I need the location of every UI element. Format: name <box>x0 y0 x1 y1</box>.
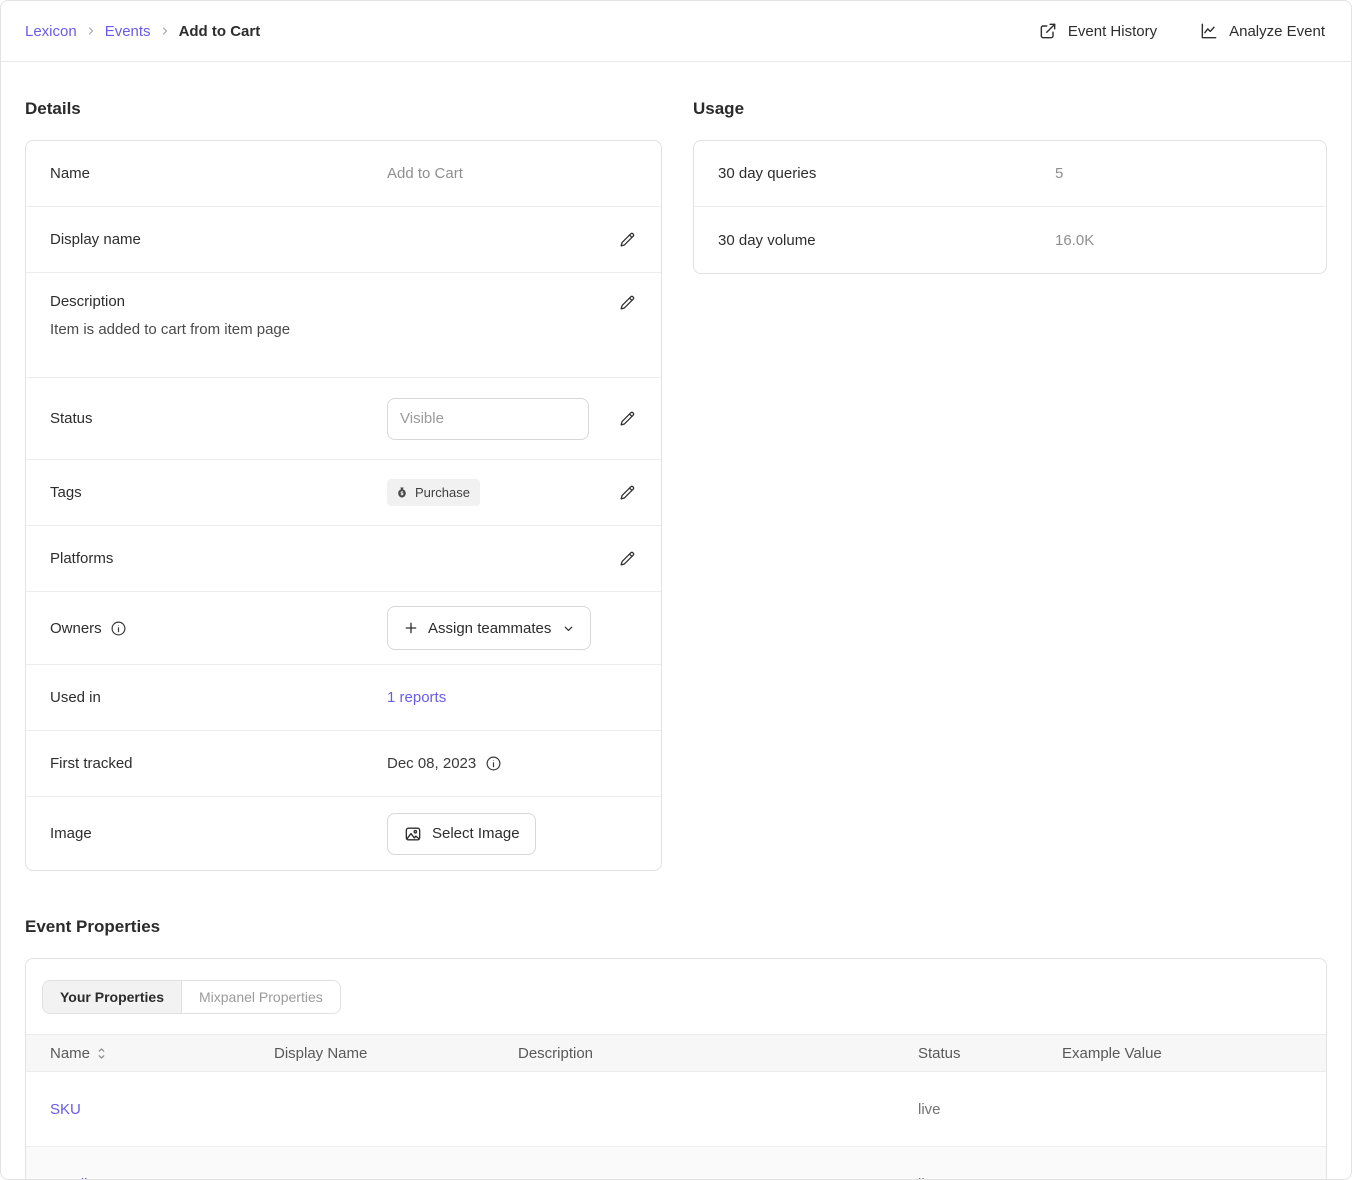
tags-label: Tags <box>50 484 387 501</box>
used-in-reports-link[interactable]: 1 reports <box>387 689 446 706</box>
name-label: Name <box>50 165 387 182</box>
detail-row-owners: Owners <box>26 592 661 665</box>
assign-teammates-label: Assign teammates <box>428 620 551 637</box>
edit-description-button[interactable] <box>618 293 637 312</box>
first-tracked-label: First tracked <box>50 755 387 772</box>
detail-row-first-tracked: First tracked Dec 08, 2023 <box>26 731 661 797</box>
column-header-description[interactable]: Description <box>518 1045 918 1062</box>
top-actions: Event History Analyze Event <box>1038 21 1325 41</box>
breadcrumb-current: Add to Cart <box>179 23 261 40</box>
table-row-sku[interactable]: SKU live <box>26 1072 1326 1147</box>
info-icon[interactable] <box>110 620 127 637</box>
queries-value: 5 <box>1055 165 1063 182</box>
chevron-right-icon <box>85 25 97 37</box>
usage-section: Usage 30 day queries 5 30 day volume 16.… <box>693 99 1327 274</box>
detail-row-platforms: Platforms <box>26 526 661 592</box>
breadcrumb-link-events[interactable]: Events <box>105 23 151 40</box>
table-row-scroll-percent[interactable]: Scroll % live <box>26 1147 1326 1180</box>
top-bar: Lexicon Events Add to Cart Event Histo <box>1 1 1351 62</box>
property-link-sku[interactable]: SKU <box>50 1101 81 1118</box>
breadcrumb: Lexicon Events Add to Cart <box>25 23 260 40</box>
info-icon[interactable] <box>485 755 502 772</box>
detail-row-image: Image Select Image <box>26 797 661 870</box>
analyze-event-label: Analyze Event <box>1229 23 1325 40</box>
detail-row-display-name: Display name <box>26 207 661 273</box>
select-image-label: Select Image <box>432 825 520 842</box>
queries-label: 30 day queries <box>718 165 1055 182</box>
usage-row-queries: 30 day queries 5 <box>694 141 1326 207</box>
status-input[interactable] <box>387 398 589 440</box>
tab-mixpanel-properties[interactable]: Mixpanel Properties <box>181 981 340 1013</box>
edit-platforms-button[interactable] <box>618 549 637 568</box>
cell-status: live <box>918 1101 1062 1118</box>
detail-row-name: Name Add to Cart <box>26 141 661 207</box>
display-name-label: Display name <box>50 231 387 248</box>
first-tracked-value: Dec 08, 2023 <box>387 755 476 772</box>
used-in-label: Used in <box>50 689 387 706</box>
name-value: Add to Cart <box>387 165 463 182</box>
tag-label: Purchase <box>415 485 470 500</box>
detail-row-status: Status <box>26 378 661 460</box>
detail-row-used-in: Used in 1 reports <box>26 665 661 731</box>
column-header-display-name[interactable]: Display Name <box>274 1045 518 1062</box>
main-content: Details Name Add to Cart Display name <box>1 99 1351 1180</box>
detail-row-description: Description Item is added to ca <box>26 273 661 378</box>
image-icon <box>403 824 423 844</box>
external-link-icon <box>1038 21 1058 41</box>
properties-table: Name Display Name Description Status <box>26 1034 1326 1180</box>
pencil-icon <box>618 293 637 312</box>
line-chart-icon <box>1199 21 1219 41</box>
edit-status-button[interactable] <box>618 409 637 428</box>
select-image-button[interactable]: Select Image <box>387 813 536 855</box>
description-value: Item is added to cart from item page <box>50 321 637 338</box>
event-history-label: Event History <box>1068 23 1157 40</box>
column-header-example-value[interactable]: Example Value <box>1062 1045 1326 1062</box>
edit-tags-button[interactable] <box>618 483 637 502</box>
analyze-event-button[interactable]: Analyze Event <box>1199 21 1325 41</box>
name-column-label: Name <box>50 1045 90 1062</box>
usage-card: 30 day queries 5 30 day volume 16.0K <box>693 140 1327 274</box>
properties-tabs: Your Properties Mixpanel Properties <box>26 959 1326 1034</box>
column-header-status[interactable]: Status <box>918 1045 1062 1062</box>
sort-icon <box>96 1047 107 1060</box>
event-properties-card: Your Properties Mixpanel Properties Name <box>25 958 1327 1180</box>
lexicon-event-detail-page: Lexicon Events Add to Cart Event Histo <box>0 0 1352 1180</box>
details-title: Details <box>25 99 662 119</box>
platforms-label: Platforms <box>50 550 387 567</box>
description-label: Description <box>50 293 618 310</box>
plus-icon <box>403 620 419 636</box>
assign-teammates-button[interactable]: Assign teammates <box>387 606 591 650</box>
owners-label: Owners <box>50 620 102 637</box>
edit-display-name-button[interactable] <box>618 230 637 249</box>
cell-status: live <box>918 1176 1062 1180</box>
chevron-down-icon <box>562 622 575 635</box>
status-label: Status <box>50 410 387 427</box>
event-history-button[interactable]: Event History <box>1038 21 1157 41</box>
volume-label: 30 day volume <box>718 232 1055 249</box>
pencil-icon <box>618 549 637 568</box>
tab-your-properties[interactable]: Your Properties <box>43 981 181 1013</box>
chevron-right-icon <box>159 25 171 37</box>
details-section: Details Name Add to Cart Display name <box>25 99 662 871</box>
usage-title: Usage <box>693 99 1327 119</box>
money-bag-icon: $ <box>395 485 409 500</box>
pencil-icon <box>618 409 637 428</box>
event-properties-title: Event Properties <box>25 917 1327 937</box>
column-header-name[interactable]: Name <box>26 1045 274 1062</box>
details-card: Name Add to Cart Display name <box>25 140 662 871</box>
usage-row-volume: 30 day volume 16.0K <box>694 207 1326 273</box>
property-link-scroll-percent[interactable]: Scroll % <box>50 1176 105 1180</box>
tag-purchase[interactable]: $ Purchase <box>387 479 480 506</box>
pencil-icon <box>618 483 637 502</box>
pencil-icon <box>618 230 637 249</box>
properties-table-header: Name Display Name Description Status <box>26 1034 1326 1072</box>
breadcrumb-link-lexicon[interactable]: Lexicon <box>25 23 77 40</box>
image-label: Image <box>50 825 387 842</box>
detail-row-tags: Tags $ Purchase <box>26 460 661 526</box>
volume-value: 16.0K <box>1055 232 1094 249</box>
svg-text:$: $ <box>400 491 404 497</box>
event-properties-section: Event Properties Your Properties Mixpane… <box>25 917 1327 1180</box>
